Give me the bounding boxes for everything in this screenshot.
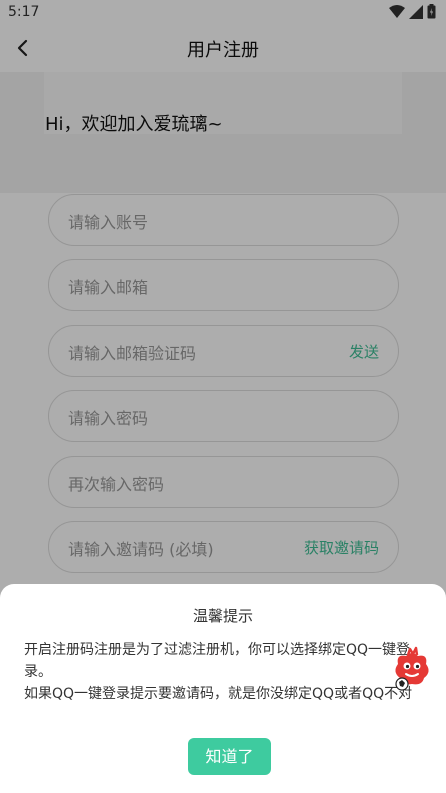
mascot-icon [395, 646, 429, 691]
confirm-button[interactable]: 知道了 [188, 738, 271, 775]
dialog-title: 温馨提示 [192, 607, 253, 625]
tip-dialog: 温馨提示 开启注册码注册是为了过滤注册机，你可以选择绑定QQ一键登录。 如果QQ… [0, 584, 446, 793]
register-screen: 5:17 用户注册 Hi，欢迎加入爱琉璃~ 请输入账号 请输入邮箱 请输入邮箱验… [0, 0, 446, 793]
dialog-line-1: 开启注册码注册是为了过滤注册机，你可以选择绑定QQ一键登录。 [24, 642, 411, 680]
dialog-line-2: 如果QQ一键登录提示要邀请码，就是你没绑定QQ或者QQ不对 [24, 686, 413, 702]
dialog-message: 开启注册码注册是为了过滤注册机，你可以选择绑定QQ一键登录。 如果QQ一键登录提… [24, 639, 420, 705]
